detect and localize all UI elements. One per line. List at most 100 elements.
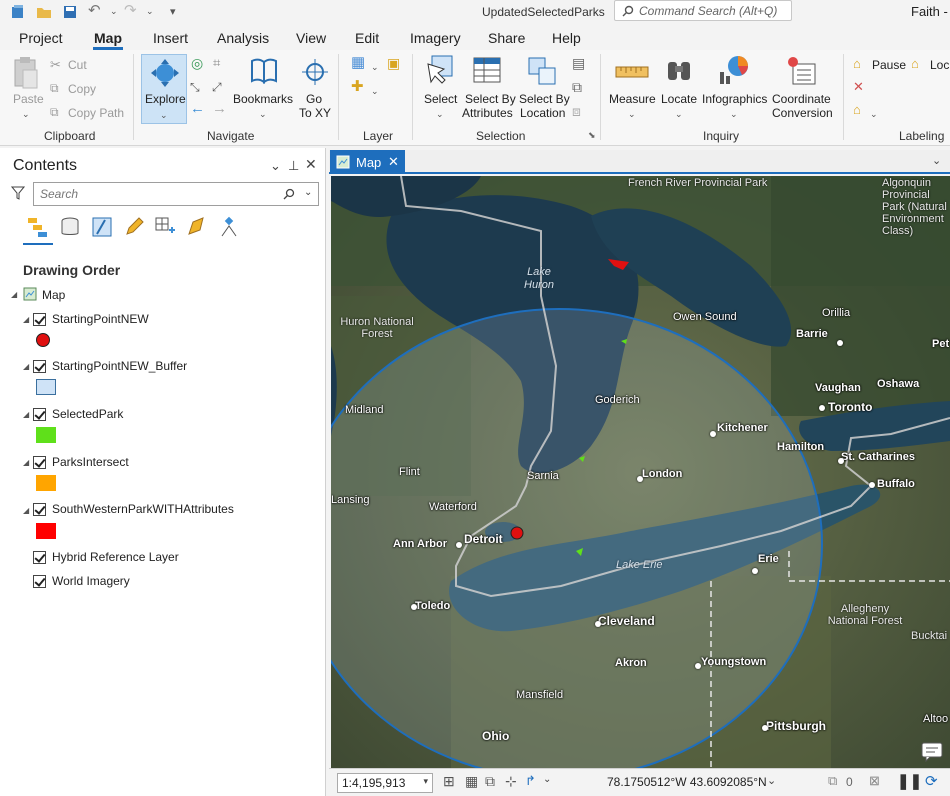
point-symbol[interactable] xyxy=(36,333,50,347)
tab-help[interactable]: Help xyxy=(552,30,581,46)
snapping-icon[interactable]: ⧉ xyxy=(485,773,495,790)
layer-row-world-imagery[interactable]: World Imagery xyxy=(33,572,130,590)
basemap-dropdown-icon[interactable]: ⌄ xyxy=(371,60,379,74)
tab-list-dropdown-icon[interactable]: ⌄ xyxy=(932,154,941,167)
measure-dropdown-icon[interactable]: ⌄ xyxy=(628,107,636,121)
tab-map-view[interactable]: Map ✕ xyxy=(330,150,405,174)
switch-selection-icon[interactable]: ⧉ xyxy=(572,80,582,94)
contents-search-input[interactable]: Search ⌄ xyxy=(33,182,319,206)
layer-expand-icon[interactable]: ◢ xyxy=(23,458,29,467)
tab-share[interactable]: Share xyxy=(488,30,525,46)
coordinate-format-dropdown-icon[interactable]: ⌄ xyxy=(767,774,776,787)
redo-dropdown-icon[interactable]: ⌄ xyxy=(146,6,162,22)
layer-expand-icon[interactable]: ◢ xyxy=(23,315,29,324)
coordinate-conversion-line2[interactable]: Conversion xyxy=(772,106,833,120)
previous-extent-icon[interactable]: ← xyxy=(190,101,205,116)
selected-features-icon[interactable]: ⧉ xyxy=(828,773,837,789)
add-data-icon[interactable]: ✚ xyxy=(351,79,364,94)
command-search-input[interactable]: Command Search (Alt+Q) xyxy=(614,0,792,21)
paste-button[interactable]: Paste xyxy=(13,92,44,106)
select-by-attributes-line2[interactable]: Attributes xyxy=(462,106,513,120)
go-to-xy-line1[interactable]: Go xyxy=(306,92,322,106)
rotation-dropdown-icon[interactable]: ⌄ xyxy=(543,774,551,785)
map-expand-icon[interactable]: ◢ xyxy=(11,290,17,299)
user-name[interactable]: Faith - F xyxy=(911,4,950,19)
layer-visibility-checkbox[interactable] xyxy=(33,359,46,373)
list-by-drawing-order-icon[interactable] xyxy=(27,216,49,238)
pane-options-icon[interactable]: ⌄ xyxy=(270,158,281,174)
add-data-dropdown-icon[interactable]: ⌄ xyxy=(371,84,379,98)
tab-project[interactable]: Project xyxy=(19,30,63,46)
more-labeling-dropdown-icon[interactable]: ⌄ xyxy=(870,107,878,121)
locate-button[interactable]: Locate xyxy=(661,92,697,106)
infographics-dropdown-icon[interactable]: ⌄ xyxy=(730,107,738,121)
layer-visibility-checkbox[interactable] xyxy=(33,407,46,421)
layer-row-startingpointnew-buffer[interactable]: StartingPointNEW_Buffer xyxy=(33,357,187,375)
save-icon[interactable] xyxy=(62,4,78,20)
locate-dropdown-icon[interactable]: ⌄ xyxy=(675,107,683,121)
map-tips-icon[interactable] xyxy=(921,742,943,762)
pause-labels-button[interactable]: Pause xyxy=(872,58,906,72)
copy-button[interactable]: Copy xyxy=(68,82,96,96)
layer-expand-icon[interactable]: ◢ xyxy=(23,410,29,419)
tab-insert[interactable]: Insert xyxy=(153,30,188,46)
go-to-xy-line2[interactable]: To XY xyxy=(299,106,331,120)
select-by-attributes-line1[interactable]: Select By xyxy=(465,92,516,106)
table-icon[interactable]: ▦ xyxy=(465,773,478,790)
basemap-icon[interactable]: ▦ xyxy=(351,55,365,70)
pin-icon[interactable]: ⊥ xyxy=(288,158,299,174)
explore-button[interactable]: Explore ⌄ xyxy=(141,54,187,124)
layer-visibility-checkbox[interactable] xyxy=(33,502,46,516)
layer-visibility-checkbox[interactable] xyxy=(33,574,46,588)
polygon-symbol[interactable] xyxy=(36,427,56,443)
lock-labels-button[interactable]: Lock xyxy=(930,58,950,72)
map-view[interactable]: French River Provincial Park Algonquin P… xyxy=(331,176,950,768)
measure-button[interactable]: Measure xyxy=(609,92,656,106)
list-by-editing-icon[interactable] xyxy=(123,216,145,238)
layer-row-selectedpark[interactable]: SelectedPark xyxy=(33,405,123,423)
layer-visibility-checkbox[interactable] xyxy=(33,550,46,564)
select-button[interactable]: Select xyxy=(424,92,457,106)
refresh-extent-icon[interactable]: ⊠ xyxy=(869,773,880,789)
layer-expand-icon[interactable]: ◢ xyxy=(23,362,29,371)
list-by-data-source-icon[interactable] xyxy=(59,216,81,238)
bookmarks-button[interactable]: Bookmarks xyxy=(233,92,293,106)
select-by-location-line1[interactable]: Select By xyxy=(519,92,570,106)
cut-button[interactable]: Cut xyxy=(68,58,87,72)
tab-map[interactable]: Map xyxy=(94,30,122,46)
layer-row-startingpointnew[interactable]: StartingPointNEW xyxy=(33,310,149,328)
search-dropdown-icon[interactable]: ⌄ xyxy=(304,187,312,198)
layer-visibility-checkbox[interactable] xyxy=(33,312,46,326)
tab-view[interactable]: View xyxy=(296,30,326,46)
select-by-location-line2[interactable]: Location xyxy=(520,106,565,120)
polygon-symbol[interactable] xyxy=(36,475,56,491)
list-by-snapping-icon[interactable] xyxy=(154,216,176,238)
fixed-zoom-icon[interactable]: ⌗ xyxy=(213,56,220,70)
paste-dropdown-icon[interactable]: ⌄ xyxy=(22,107,30,121)
coordinate-conversion-line1[interactable]: Coordinate xyxy=(772,92,831,106)
zoom-out-fixed-icon[interactable]: ⤢ xyxy=(212,80,222,94)
pause-drawing-icon[interactable]: ❚❚ xyxy=(897,772,922,790)
north-arrow-icon[interactable]: ↱ xyxy=(525,773,536,789)
undo-icon[interactable]: ↶ xyxy=(88,1,104,19)
close-icon[interactable]: ✕ xyxy=(388,154,399,170)
polygon-symbol[interactable] xyxy=(36,523,56,539)
more-labeling-icon[interactable]: ⌂ xyxy=(853,103,861,117)
infographics-button[interactable]: Infographics xyxy=(702,92,767,106)
clear-selection-icon[interactable]: ⧈ xyxy=(572,104,581,118)
list-by-perspective-imagery-icon[interactable] xyxy=(218,216,240,238)
customize-toolbar-icon[interactable]: ▾ xyxy=(170,5,186,21)
attributes-table-icon[interactable]: ▤ xyxy=(572,56,585,70)
add-preset-icon[interactable]: ▣ xyxy=(387,56,400,70)
copy-path-button[interactable]: Copy Path xyxy=(68,106,124,120)
list-by-selection-icon[interactable] xyxy=(91,216,113,238)
selection-options-launcher-icon[interactable]: ⬊ xyxy=(588,128,596,142)
select-dropdown-icon[interactable]: ⌄ xyxy=(436,107,444,121)
layer-row-parksintersect[interactable]: ParksIntersect xyxy=(33,453,129,471)
grid-icon[interactable]: ⊞ xyxy=(443,773,455,790)
open-folder-icon[interactable] xyxy=(36,4,52,20)
tab-imagery[interactable]: Imagery xyxy=(410,30,461,46)
constraints-icon[interactable]: ⊹ xyxy=(505,773,517,790)
tab-analysis[interactable]: Analysis xyxy=(217,30,269,46)
tab-edit[interactable]: Edit xyxy=(355,30,379,46)
